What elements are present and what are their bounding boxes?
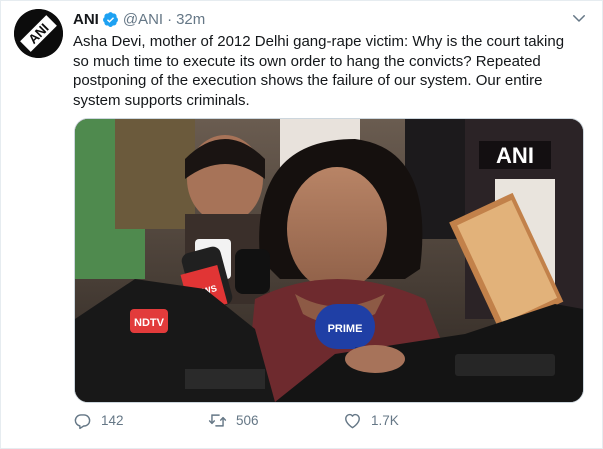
author-avatar[interactable]: ANI	[14, 9, 63, 58]
tweet-photo[interactable]: ANI NEWS PRIME NDTV	[74, 118, 584, 403]
retweet-count: 506	[236, 413, 259, 428]
retweet-action[interactable]: 506	[208, 411, 343, 430]
tweet-header: ANI @ANI · 32m	[73, 9, 562, 29]
like-count: 1.7K	[371, 413, 399, 428]
heart-icon	[345, 413, 360, 429]
mic-label-prime: PRIME	[328, 323, 363, 335]
retweet-icon	[208, 414, 227, 427]
reply-action[interactable]: 142	[73, 411, 208, 430]
author-name[interactable]: ANI	[73, 11, 99, 28]
tweet-card[interactable]: ANI ANI @ANI · 32m Asha Devi, mother of …	[0, 0, 603, 449]
mic-label-ndtv: NDTV	[134, 317, 165, 329]
header-separator: ·	[167, 10, 173, 28]
author-handle[interactable]: @ANI	[123, 11, 163, 28]
reply-icon	[74, 414, 91, 430]
ani-logo: ANI	[14, 9, 63, 58]
tweet-timestamp[interactable]: 32m	[176, 11, 205, 28]
watermark-ani: ANI	[496, 143, 534, 168]
like-action[interactable]: 1.7K	[343, 411, 478, 430]
tweet-text: Asha Devi, mother of 2012 Delhi gang-rap…	[73, 33, 565, 109]
tweet-actions: 142 506 1.7K	[73, 411, 478, 430]
verified-badge-icon	[102, 11, 119, 28]
chevron-down-icon[interactable]	[570, 9, 588, 27]
reply-count: 142	[101, 413, 124, 428]
press-scene-image: ANI NEWS PRIME NDTV	[75, 119, 583, 402]
